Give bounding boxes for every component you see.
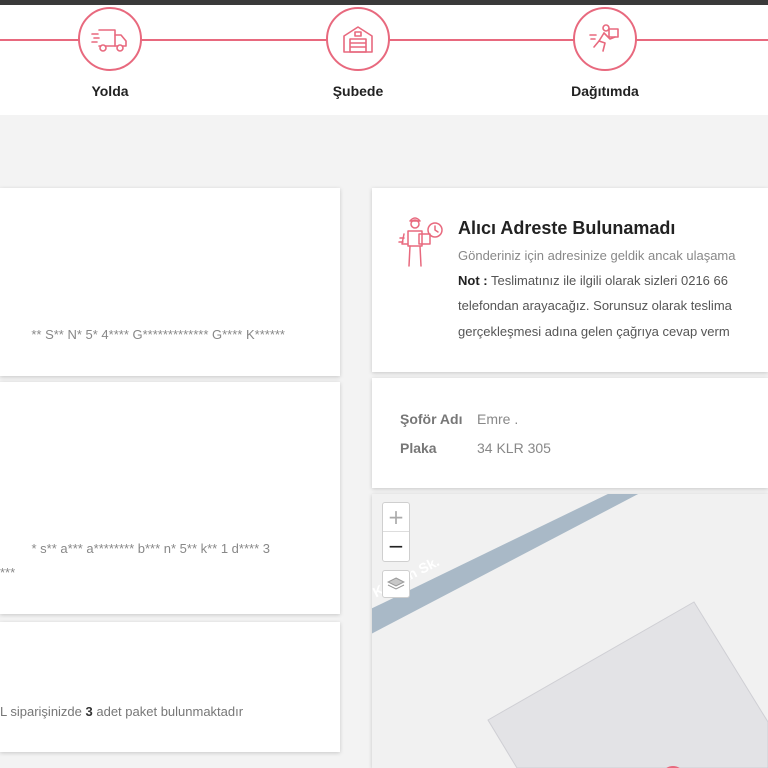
recipient-address-card: ** S** N* 5* 4**** G************* G**** … [0, 188, 340, 376]
truck-icon [91, 29, 127, 52]
map-building [487, 601, 768, 768]
step-circle [326, 7, 390, 71]
driver-name-label: Şoför Adı [400, 411, 463, 427]
step-dagitimda: Dağıtımda [535, 7, 675, 99]
map-canvas [372, 494, 768, 768]
layers-button[interactable] [382, 570, 410, 598]
note-text: Teslimatınız ile ilgili olarak sizleri 0… [487, 273, 728, 288]
status-title: Alıcı Adreste Bulunamadı [458, 218, 676, 238]
courier-running-icon [589, 24, 619, 52]
step-circle [78, 7, 142, 71]
status-note-line-1: Not : Teslimatınız ile ilgili olarak siz… [458, 273, 728, 288]
layers-icon [387, 577, 405, 590]
plate-value: 34 KLR 305 [477, 440, 551, 456]
plate-label: Plaka [400, 440, 437, 456]
driver-info-card: Şoför Adı Emre . Plaka 34 KLR 305 [372, 378, 768, 488]
status-note-line-2: telefondan arayacağız. Sorunsuz olarak t… [458, 298, 732, 313]
delivery-map[interactable]: Kaptan Sk. + − [372, 494, 768, 768]
step-yolda: Yolda [40, 7, 180, 99]
status-message: Gönderiniz için adresinize geldik ancak … [458, 248, 736, 263]
package-count-card: L siparişinizde 3 adet paket bulunmaktad… [0, 622, 340, 752]
courier-with-box-icon [398, 217, 443, 267]
step-circle [573, 7, 637, 71]
zoom-out-button[interactable]: − [383, 532, 409, 561]
package-count-text: L siparişinizde 3 adet paket bulunmaktad… [0, 704, 243, 719]
package-count-number: 3 [85, 704, 93, 719]
package-count-prefix: L siparişinizde [0, 704, 86, 719]
package-count-suffix: adet paket bulunmaktadır [92, 704, 244, 719]
driver-name-value: Emre . [477, 411, 519, 427]
warehouse-icon [343, 26, 373, 53]
masked-address: ** S** N* 5* 4**** G************* G**** … [31, 327, 285, 342]
masked-address-line-1: * s** a*** a******** b*** n* 5** k** 1 d… [31, 541, 271, 556]
step-label: Şubede [332, 83, 384, 99]
status-note-line-3: gerçekleşmesi adına gelen çağrıya cevap … [458, 324, 730, 339]
step-subede: Şubede [288, 7, 428, 99]
zoom-in-button[interactable]: + [383, 503, 409, 532]
masked-address-line-2: *** [0, 565, 16, 580]
shipment-progress-tracker: Yolda Şubede Dağıtımda [0, 5, 768, 115]
step-label: Yolda [91, 83, 129, 99]
step-label: Dağıtımda [571, 83, 639, 99]
note-label: Not : [458, 273, 488, 288]
sender-address-card: * s** a*** a******** b*** n* 5** k** 1 d… [0, 382, 340, 614]
delivery-status-card: Alıcı Adreste Bulunamadı Gönderiniz için… [372, 188, 768, 372]
zoom-control: + − [382, 502, 410, 562]
